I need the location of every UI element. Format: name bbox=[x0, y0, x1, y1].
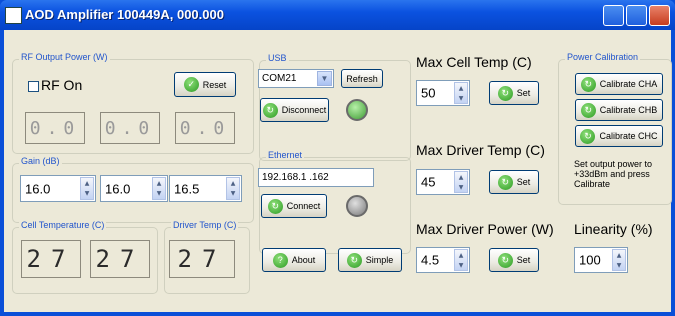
reset-button[interactable]: ✓ Reset bbox=[174, 72, 236, 97]
green-circle-arrow-icon: ↻ bbox=[580, 102, 596, 118]
about-button[interactable]: ? About bbox=[262, 248, 326, 272]
usb-group-label: USB bbox=[266, 53, 289, 63]
green-circle-arrow-icon: ↻ bbox=[497, 174, 513, 190]
green-circle-arrow-icon: ↻ bbox=[580, 76, 596, 92]
gain-a-value: 16.0 bbox=[25, 181, 51, 196]
max-cell-temp-value: 50 bbox=[421, 85, 436, 101]
chevron-down-icon[interactable]: ▼ bbox=[317, 71, 332, 86]
max-driver-temp-set-button[interactable]: ↻ Set bbox=[489, 170, 539, 194]
rf-on-label: RF On bbox=[41, 77, 83, 93]
max-driver-power-value: 4.5 bbox=[421, 252, 440, 268]
max-driver-temp-label: Max Driver Temp (C) bbox=[416, 142, 545, 158]
gain-group-label: Gain (dB) bbox=[19, 156, 62, 166]
calibrate-chc-button[interactable]: ↻ Calibrate CHC bbox=[575, 125, 663, 147]
title-bar[interactable]: AOD Amplifier 100449A, 000.000 bbox=[0, 0, 675, 30]
max-cell-temp-set-button[interactable]: ↻ Set bbox=[489, 81, 539, 105]
max-driver-temp-spinner[interactable]: ▲ ▼ bbox=[454, 171, 468, 193]
gain-a-input[interactable]: 16.0 ▲ ▼ bbox=[20, 175, 96, 202]
check-icon: ✓ bbox=[183, 77, 199, 92]
gain-b-spinner[interactable]: ▲ ▼ bbox=[152, 177, 166, 200]
green-circle-arrow-icon: ↻ bbox=[580, 128, 596, 144]
cell-temp-display-b: 27 bbox=[90, 240, 150, 278]
rf-power-display-c: 0.0 bbox=[175, 112, 235, 144]
rf-power-group-label: RF Output Power (W) bbox=[19, 52, 110, 62]
calibrate-chc-label: Calibrate CHC bbox=[599, 131, 658, 141]
gain-a-spinner[interactable]: ▲ ▼ bbox=[80, 177, 94, 200]
close-button[interactable] bbox=[649, 5, 670, 26]
max-driver-power-set-label: Set bbox=[516, 255, 531, 265]
simple-button-label: Simple bbox=[365, 255, 394, 265]
linearity-spinner[interactable]: ▲ ▼ bbox=[612, 249, 626, 271]
connect-button-label: Connect bbox=[286, 201, 321, 211]
green-circle-arrow-icon: ↻ bbox=[262, 102, 278, 118]
driver-temp-display: 27 bbox=[169, 240, 235, 278]
rf-power-display-b: 0.0 bbox=[100, 112, 160, 144]
max-cell-temp-label: Max Cell Temp (C) bbox=[416, 54, 532, 70]
linearity-input[interactable]: 100 ▲ ▼ bbox=[574, 247, 628, 273]
green-circle-arrow-icon: ↻ bbox=[497, 252, 513, 268]
calibrate-chb-button[interactable]: ↻ Calibrate CHB bbox=[575, 99, 663, 121]
max-driver-temp-set-label: Set bbox=[516, 177, 531, 187]
usb-port-value: COM21 bbox=[262, 73, 297, 84]
reset-button-label: Reset bbox=[202, 79, 227, 90]
driver-temp-group-label: Driver Temp (C) bbox=[171, 220, 239, 230]
gain-c-value: 16.5 bbox=[174, 181, 200, 196]
calibrate-chb-label: Calibrate CHB bbox=[599, 105, 658, 115]
max-driver-power-set-button[interactable]: ↻ Set bbox=[489, 248, 539, 272]
usb-status-led bbox=[346, 99, 368, 121]
gain-c-spinner[interactable]: ▲ ▼ bbox=[226, 177, 240, 200]
disconnect-button-label: Disconnect bbox=[281, 105, 327, 115]
ethernet-ip-value: 192.168.1 .162 bbox=[262, 172, 329, 183]
ethernet-group-label: Ethernet bbox=[266, 150, 305, 160]
gain-b-value: 16.0 bbox=[105, 181, 131, 196]
gain-b-input[interactable]: 16.0 ▲ ▼ bbox=[100, 175, 168, 202]
window-title: AOD Amplifier 100449A, 000.000 bbox=[25, 7, 224, 22]
max-cell-temp-input[interactable]: 50 ▲ ▼ bbox=[416, 80, 470, 106]
app-window: AOD Amplifier 100449A, 000.000 RF Output… bbox=[0, 0, 675, 316]
green-circle-arrow-icon: ↻ bbox=[497, 85, 513, 101]
gain-c-input[interactable]: 16.5 ▲ ▼ bbox=[169, 175, 242, 202]
calibrate-cha-label: Calibrate CHA bbox=[599, 79, 658, 89]
max-driver-power-label: Max Driver Power (W) bbox=[416, 221, 554, 237]
linearity-value: 100 bbox=[579, 252, 601, 268]
max-driver-temp-value: 45 bbox=[421, 174, 436, 190]
linearity-label: Linearity (%) bbox=[574, 221, 653, 237]
connect-button[interactable]: ↻ Connect bbox=[261, 194, 327, 218]
app-icon bbox=[5, 7, 22, 24]
rf-on-checkbox[interactable] bbox=[28, 81, 39, 92]
power-cal-note: Set output power to +33dBm and press Cal… bbox=[574, 159, 653, 189]
maximize-button[interactable] bbox=[626, 5, 647, 26]
client-area: RF Output Power (W) RF On ✓ Reset 0.0 0.… bbox=[4, 30, 672, 312]
cell-temp-display-a: 27 bbox=[21, 240, 81, 278]
question-icon: ? bbox=[272, 252, 288, 268]
ethernet-status-led bbox=[346, 195, 368, 217]
max-cell-temp-set-label: Set bbox=[516, 88, 531, 98]
rf-power-display-a: 0.0 bbox=[25, 112, 85, 144]
max-driver-temp-input[interactable]: 45 ▲ ▼ bbox=[416, 169, 470, 195]
ethernet-ip-input[interactable]: 192.168.1 .162 bbox=[258, 168, 374, 187]
green-circle-arrow-icon: ↻ bbox=[346, 252, 362, 268]
usb-port-select[interactable]: COM21 ▼ bbox=[258, 69, 334, 88]
disconnect-button[interactable]: ↻ Disconnect bbox=[260, 98, 329, 122]
about-button-label: About bbox=[291, 255, 316, 265]
power-cal-group-label: Power Calibration bbox=[565, 52, 641, 62]
max-driver-power-input[interactable]: 4.5 ▲ ▼ bbox=[416, 247, 470, 273]
max-driver-power-spinner[interactable]: ▲ ▼ bbox=[454, 249, 468, 271]
green-circle-arrow-icon: ↻ bbox=[267, 198, 283, 214]
max-cell-temp-spinner[interactable]: ▲ ▼ bbox=[454, 82, 468, 104]
calibrate-cha-button[interactable]: ↻ Calibrate CHA bbox=[575, 73, 663, 95]
simple-button[interactable]: ↻ Simple bbox=[338, 248, 402, 272]
refresh-button[interactable]: Refresh bbox=[341, 69, 383, 88]
cell-temp-group-label: Cell Temperature (C) bbox=[19, 220, 107, 230]
minimize-button[interactable] bbox=[603, 5, 624, 26]
